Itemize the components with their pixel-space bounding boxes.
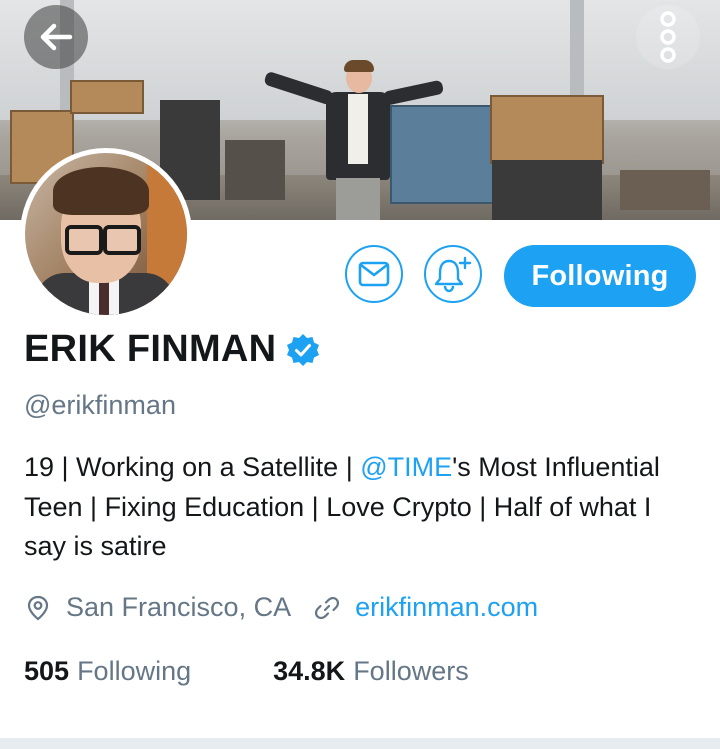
following-count: 505 [24, 656, 70, 686]
message-button[interactable] [345, 245, 403, 303]
profile-stats: 505 Following 34.8K Followers [24, 656, 469, 687]
followers-stat[interactable]: 34.8K Followers [273, 656, 469, 687]
following-label: Following [77, 656, 192, 686]
more-options-button[interactable] [636, 5, 700, 69]
banner-bench [620, 170, 710, 210]
profile-handle: @erikfinman [24, 390, 176, 420]
verified-badge-icon [287, 333, 320, 366]
notifications-button[interactable] [424, 245, 482, 303]
following-button[interactable]: Following [504, 245, 696, 307]
following-stat[interactable]: 505 Following [24, 656, 191, 687]
bio-mention-link[interactable]: @TIME [360, 452, 452, 482]
link-icon [315, 596, 340, 619]
banner-bench [492, 160, 602, 220]
more-vertical-icon [660, 11, 676, 63]
bell-plus-icon [434, 256, 472, 293]
banner-crate [490, 95, 604, 164]
followers-count: 34.8K [273, 656, 346, 686]
profile-bio: 19 | Working on a Satellite | @TIME's Mo… [24, 448, 694, 567]
banner-machine [225, 140, 285, 200]
profile-name: ERIK FINMAN [24, 328, 277, 370]
banner-person-shirt [348, 94, 368, 164]
profile-name-row: ERIK FINMAN [24, 328, 320, 371]
profile-avatar[interactable] [20, 148, 192, 320]
profile-website-link[interactable]: erikfinman.com [355, 592, 538, 623]
avatar-photo [25, 153, 187, 315]
back-button[interactable] [24, 5, 88, 69]
section-divider [0, 738, 720, 749]
banner-person-hair [344, 60, 374, 72]
profile-location: San Francisco, CA [66, 592, 292, 622]
banner-person-legs [336, 178, 380, 220]
envelope-icon [358, 261, 390, 287]
followers-label: Followers [353, 656, 469, 686]
banner-crate [70, 80, 144, 114]
arrow-left-icon [40, 23, 73, 51]
banner-machine [390, 105, 494, 204]
bio-text: 19 | Working on a Satellite | [24, 452, 361, 482]
location-pin-icon [27, 595, 49, 620]
profile-meta: San Francisco, CA erikfinman.com [24, 592, 538, 623]
